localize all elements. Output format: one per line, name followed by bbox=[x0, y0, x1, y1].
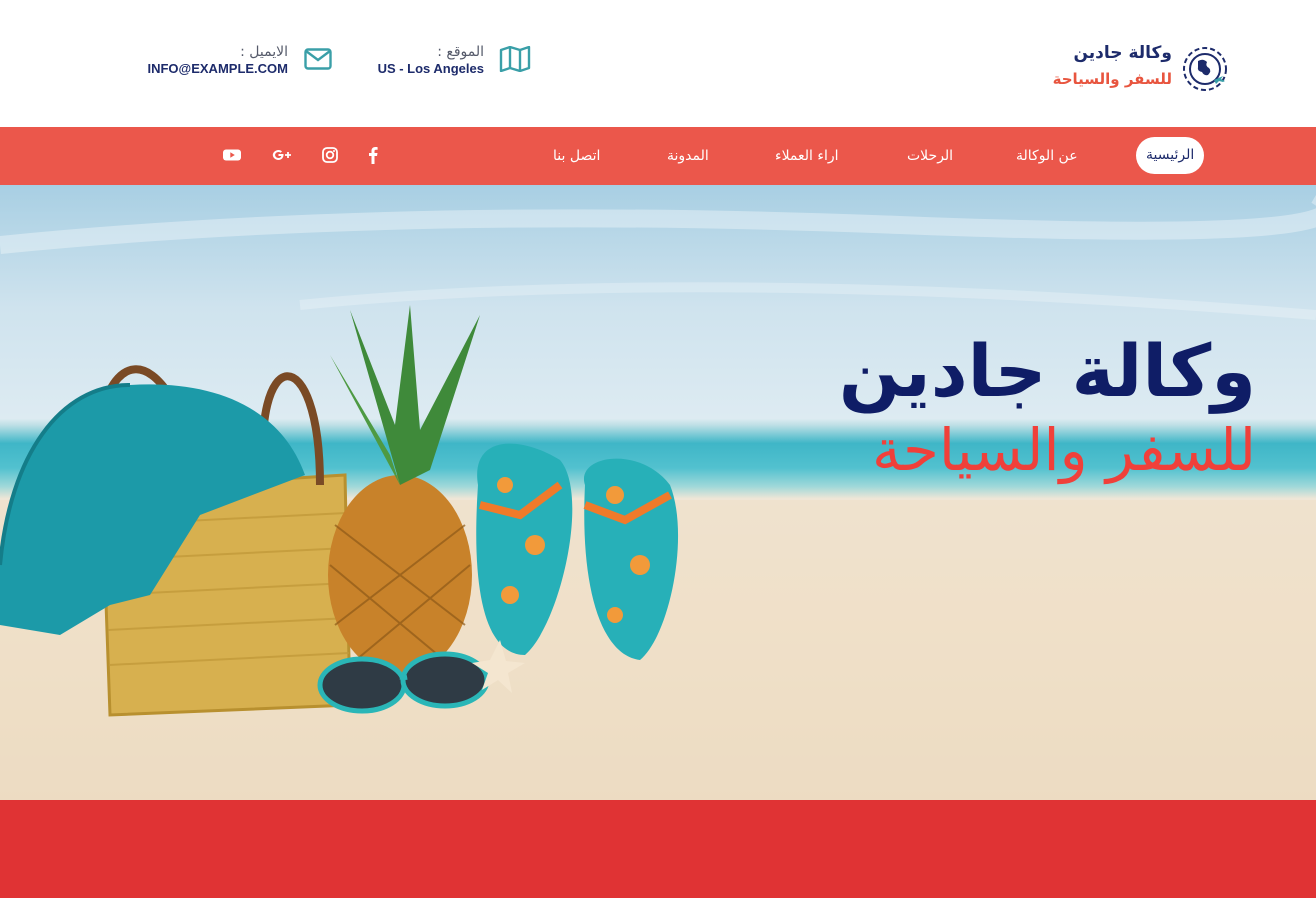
logo[interactable]: وكالة جادين للسفر والسياحة bbox=[1053, 40, 1230, 96]
logo-tagline: للسفر والسياحة bbox=[1052, 70, 1172, 88]
email-label: الايميل : bbox=[240, 44, 288, 60]
map-icon bbox=[499, 46, 531, 72]
nav-item-about[interactable]: عن الوكالة bbox=[1016, 127, 1078, 185]
nav-item-blog[interactable]: المدونة bbox=[667, 127, 709, 185]
beach-scene-image bbox=[0, 195, 1316, 800]
location-label: الموقع : bbox=[437, 44, 484, 60]
email-value[interactable]: INFO@EXAMPLE.COM bbox=[147, 61, 288, 76]
nav-item-testimonials[interactable]: اراء العملاء bbox=[775, 127, 839, 185]
envelope-icon bbox=[304, 48, 332, 70]
hero-banner: وكالة جادين للسفر والسياحة bbox=[0, 185, 1316, 800]
location-info: الموقع : US - Los Angeles bbox=[378, 44, 484, 76]
nav-item-home[interactable]: الرئيسية bbox=[1136, 137, 1205, 174]
nav-item-contact[interactable]: اتصل بنا bbox=[553, 127, 600, 185]
nav-item-trips[interactable]: الرحلات bbox=[907, 127, 953, 185]
facebook-icon[interactable] bbox=[362, 144, 384, 166]
google-plus-icon[interactable] bbox=[270, 144, 294, 166]
location-value: US - Los Angeles bbox=[377, 61, 484, 76]
hero-title: وكالة جادين bbox=[838, 329, 1256, 413]
logo-title: وكالة جادين bbox=[1073, 43, 1173, 63]
footer-band bbox=[0, 800, 1316, 898]
instagram-icon[interactable] bbox=[319, 144, 341, 166]
top-header: وكالة جادين للسفر والسياحة الموقع : US -… bbox=[0, 0, 1316, 127]
youtube-icon[interactable] bbox=[220, 144, 244, 166]
hero-subtitle: للسفر والسياحة bbox=[871, 416, 1256, 484]
globe-plane-icon bbox=[1183, 47, 1227, 91]
main-nav: الرئيسية عن الوكالة الرحلات اراء العملاء… bbox=[0, 127, 1316, 185]
email-info: الايميل : INFO@EXAMPLE.COM bbox=[147, 44, 288, 76]
